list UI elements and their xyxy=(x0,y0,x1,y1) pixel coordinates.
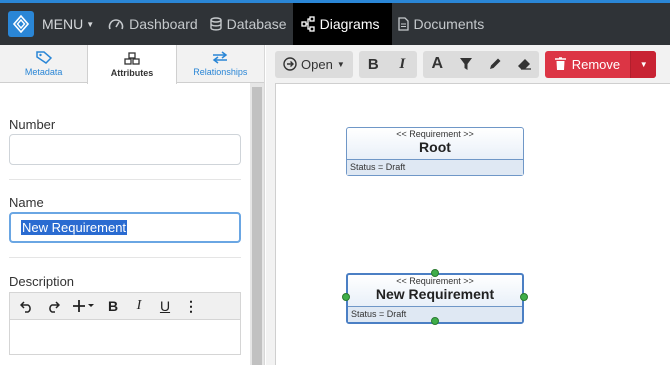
trash-icon xyxy=(554,57,566,70)
tag-icon xyxy=(35,50,52,64)
menu-button[interactable]: MENU ▼ xyxy=(42,16,94,32)
nav-database-label: Database xyxy=(226,16,287,32)
italic-button[interactable]: I xyxy=(388,51,417,78)
nav-dashboard-label: Dashboard xyxy=(129,16,198,32)
resize-handle-right[interactable] xyxy=(520,293,528,301)
remove-button-group: Remove ▼ xyxy=(544,50,657,78)
nav-diagrams[interactable]: Diagrams xyxy=(292,3,392,45)
properties-panel: Metadata Attributes Relationships Number… xyxy=(0,45,265,365)
text-style-group: B I xyxy=(358,50,417,78)
eraser-icon[interactable] xyxy=(510,51,539,78)
remove-button-label: Remove xyxy=(571,56,621,72)
tab-attributes[interactable]: Attributes xyxy=(87,45,177,84)
caret-down-icon: ▼ xyxy=(86,19,95,29)
name-field-value: New Requirement xyxy=(21,220,128,235)
open-group: Open ▼ xyxy=(275,50,353,78)
tab-relationships[interactable]: Relationships xyxy=(177,45,264,82)
scrollbar[interactable] xyxy=(250,83,264,365)
font-icon[interactable]: A xyxy=(423,51,452,78)
name-field[interactable]: New Requirement xyxy=(9,212,241,243)
number-field[interactable] xyxy=(9,134,241,165)
tab-relationships-label: Relationships xyxy=(193,66,248,77)
nav-dashboard[interactable]: Dashboard xyxy=(102,3,204,45)
name-label: Name xyxy=(9,195,44,210)
nav-documents-label: Documents xyxy=(413,16,485,32)
diagram-icon xyxy=(300,16,315,32)
resize-handle-bottom[interactable] xyxy=(431,317,439,325)
database-icon xyxy=(209,17,222,31)
nav-diagrams-label: Diagrams xyxy=(319,16,380,32)
exchange-icon xyxy=(213,50,228,64)
open-button[interactable]: Open ▼ xyxy=(275,51,353,78)
filter-icon[interactable] xyxy=(452,51,481,78)
block-stereotype: << Requirement >> xyxy=(396,129,474,139)
number-label: Number xyxy=(9,117,56,132)
menu-label: MENU xyxy=(42,16,84,32)
open-button-label: Open xyxy=(301,56,333,72)
divider xyxy=(9,179,241,180)
bold-icon[interactable]: B xyxy=(100,295,126,317)
properties-tabs: Metadata Attributes Relationships xyxy=(0,45,264,84)
block-name: New Requirement xyxy=(375,286,495,302)
open-circle-arrow-icon xyxy=(283,57,297,71)
logo-icon[interactable] xyxy=(8,11,34,37)
tab-metadata-label: Metadata xyxy=(24,66,63,77)
nav-database[interactable]: Database xyxy=(204,3,293,45)
more-options-icon[interactable]: ⋮ xyxy=(178,295,204,317)
tab-metadata[interactable]: Metadata xyxy=(0,45,87,82)
block-name: Root xyxy=(419,139,451,155)
caret-down-icon: ▼ xyxy=(336,59,345,69)
undo-icon[interactable] xyxy=(14,295,40,317)
nav-documents[interactable]: Documents xyxy=(392,3,491,45)
block-status: Status = Draft xyxy=(347,159,523,175)
redo-icon[interactable] xyxy=(40,295,66,317)
description-editor[interactable] xyxy=(9,319,241,355)
caret-down-icon: ▼ xyxy=(639,59,648,69)
insert-plus-icon[interactable] xyxy=(66,295,100,317)
remove-button[interactable]: Remove xyxy=(545,51,630,78)
resize-handle-top[interactable] xyxy=(431,269,439,277)
underline-icon[interactable]: U xyxy=(152,295,178,317)
scrollbar-thumb[interactable] xyxy=(252,87,262,365)
bold-button[interactable]: B xyxy=(359,51,388,78)
dashboard-icon xyxy=(108,19,124,30)
top-navbar: MENU ▼ Dashboard Database Diagrams Docum… xyxy=(0,3,670,45)
tab-attributes-label: Attributes xyxy=(110,67,154,78)
cubes-icon xyxy=(124,51,140,65)
format-group: A xyxy=(422,50,539,78)
diagram-area: Open ▼ B I A Remove ▼ << Requirement >> … xyxy=(266,45,670,365)
pencil-icon[interactable] xyxy=(481,51,510,78)
diagram-toolbar: Open ▼ B I A Remove ▼ xyxy=(266,45,670,83)
italic-icon[interactable]: I xyxy=(126,295,152,317)
description-label: Description xyxy=(9,274,75,289)
remove-dropdown-button[interactable]: ▼ xyxy=(630,50,657,78)
resize-handle-left[interactable] xyxy=(342,293,350,301)
diagram-canvas[interactable]: << Requirement >> Root Status = Draft <<… xyxy=(275,83,670,365)
divider xyxy=(9,257,241,258)
document-icon xyxy=(397,17,409,31)
description-toolbar: B I U ⋮ xyxy=(9,292,241,320)
requirement-block-root[interactable]: << Requirement >> Root Status = Draft xyxy=(346,127,524,176)
